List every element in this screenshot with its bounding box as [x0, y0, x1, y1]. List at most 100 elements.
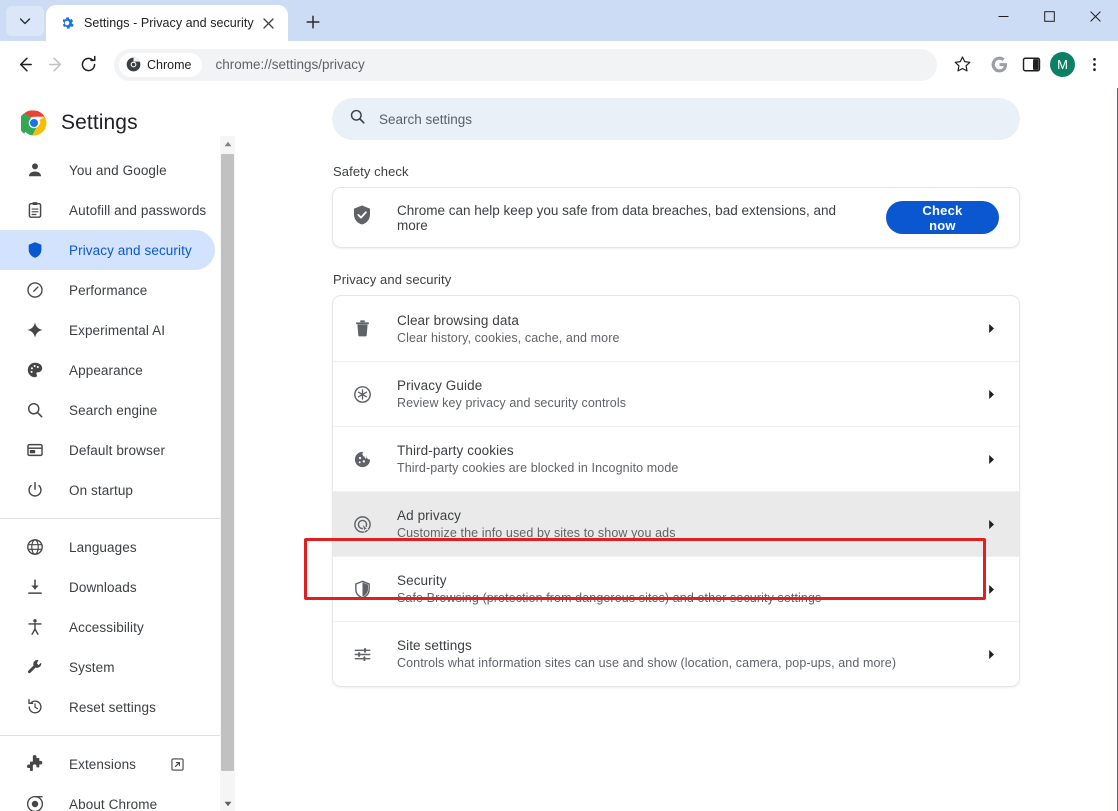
chrome-logo-mono-icon: [126, 57, 141, 72]
settings-row-privacy-guide[interactable]: Privacy Guide Review key privacy and sec…: [333, 361, 1019, 426]
chrome-browser-window: Settings - Privacy and security: [0, 0, 1118, 811]
magnifier-icon: [25, 400, 45, 420]
row-title: Clear browsing data: [397, 313, 957, 328]
chrome-chip[interactable]: Chrome: [119, 53, 202, 77]
sidebar-item-system[interactable]: System: [0, 647, 215, 687]
sidebar-item-on-startup[interactable]: On startup: [0, 470, 215, 510]
sidebar-divider: [0, 735, 235, 736]
sidebar-item-label: Autofill and passwords: [69, 203, 206, 218]
privacy-guide-icon: [351, 383, 373, 405]
browser-menu-icon[interactable]: [1078, 49, 1110, 81]
tab-close-icon[interactable]: [258, 12, 280, 34]
sidebar-item-reset-settings[interactable]: Reset settings: [0, 687, 215, 727]
sidebar-header: Settings: [0, 88, 235, 143]
new-tab-button[interactable]: [298, 7, 328, 37]
sidebar-item-label: Downloads: [69, 580, 137, 595]
check-now-button[interactable]: Check now: [886, 201, 999, 234]
puzzle-icon: [25, 754, 45, 774]
sidebar-scrollbar[interactable]: [220, 136, 235, 811]
sidebar-item-autofill-and-passwords[interactable]: Autofill and passwords: [0, 190, 215, 230]
settings-content: Search settings Safety check Chrome can …: [235, 88, 1117, 811]
palette-icon: [25, 360, 45, 380]
sidebar-item-extensions[interactable]: Extensions: [0, 744, 215, 784]
power-icon: [25, 480, 45, 500]
row-title: Third-party cookies: [397, 443, 957, 458]
minimize-button[interactable]: [980, 0, 1026, 32]
search-input[interactable]: Search settings: [332, 98, 1020, 140]
side-panel-icon[interactable]: [1015, 49, 1047, 81]
sidebar-item-label: Languages: [69, 540, 137, 555]
settings-row-third-party-cookies[interactable]: Third-party cookies Third-party cookies …: [333, 426, 1019, 491]
row-subtitle: Clear history, cookies, cache, and more: [397, 331, 957, 345]
address-bar-url: chrome://settings/privacy: [215, 57, 364, 72]
settings-row-site-settings[interactable]: Site settings Controls what information …: [333, 621, 1019, 686]
forward-button[interactable]: [40, 49, 72, 81]
google-icon[interactable]: [983, 49, 1015, 81]
history-restore-icon: [25, 697, 45, 717]
sidebar-item-privacy-and-security[interactable]: Privacy and security: [0, 230, 215, 270]
row-subtitle: Review key privacy and security controls: [397, 396, 957, 410]
settings-row-clear-browsing-data[interactable]: Clear browsing data Clear history, cooki…: [333, 296, 1019, 361]
browser-toolbar: Chrome chrome://settings/privacy M: [0, 41, 1118, 88]
search-placeholder: Search settings: [379, 112, 472, 127]
maximize-button[interactable]: [1026, 0, 1072, 32]
bookmark-star-icon[interactable]: [945, 49, 979, 81]
clipboard-icon: [25, 200, 45, 220]
sidebar-item-label: Default browser: [69, 443, 165, 458]
scroll-up-icon[interactable]: [220, 136, 235, 151]
tab-settings[interactable]: Settings - Privacy and security: [46, 5, 288, 41]
reload-button[interactable]: [72, 49, 104, 81]
sidebar-item-default-browser[interactable]: Default browser: [0, 430, 215, 470]
privacy-section: Privacy and security Clear browsing data…: [332, 248, 1020, 687]
safety-check-section: Safety check Chrome can help keep you sa…: [332, 140, 1020, 248]
row-subtitle: Third-party cookies are blocked in Incog…: [397, 461, 957, 475]
sparkle-icon: [25, 320, 45, 340]
download-icon: [25, 577, 45, 597]
window-controls: [980, 0, 1118, 41]
chevron-right-icon: [981, 584, 1001, 595]
sidebar-item-performance[interactable]: Performance: [0, 270, 215, 310]
chevron-right-icon: [981, 519, 1001, 530]
chevron-right-icon: [981, 323, 1001, 334]
trash-icon: [351, 318, 373, 340]
row-title: Ad privacy: [397, 508, 957, 523]
chrome-logo-icon: [21, 110, 47, 136]
sidebar-item-about-chrome[interactable]: About Chrome: [0, 784, 215, 811]
avatar[interactable]: M: [1050, 52, 1075, 77]
sidebar-item-label: Reset settings: [69, 700, 156, 715]
sidebar-item-experimental-ai[interactable]: Experimental AI: [0, 310, 215, 350]
chevron-right-icon: [981, 454, 1001, 465]
row-title: Security: [397, 573, 957, 588]
sidebar-scrollbar-thumb[interactable]: [221, 154, 234, 771]
sidebar-item-appearance[interactable]: Appearance: [0, 350, 215, 390]
sidebar-item-label: Search engine: [69, 403, 157, 418]
sidebar-item-accessibility[interactable]: Accessibility: [0, 607, 215, 647]
address-bar[interactable]: Chrome chrome://settings/privacy: [114, 49, 937, 81]
sidebar-item-search-engine[interactable]: Search engine: [0, 390, 215, 430]
wrench-icon: [25, 657, 45, 677]
scroll-down-icon[interactable]: [220, 796, 235, 811]
tune-icon: [351, 643, 373, 665]
globe-icon: [25, 537, 45, 557]
sidebar-nav: You and Google Autofill and passwords Pr…: [0, 143, 235, 811]
sidebar-item-you-and-google[interactable]: You and Google: [0, 150, 215, 190]
back-button[interactable]: [8, 49, 40, 81]
security-shield-icon: [351, 578, 373, 600]
sidebar-item-downloads[interactable]: Downloads: [0, 567, 215, 607]
ad-target-icon: [351, 513, 373, 535]
privacy-heading: Privacy and security: [332, 248, 1020, 295]
sidebar-item-languages[interactable]: Languages: [0, 527, 215, 567]
privacy-settings-list: Clear browsing data Clear history, cooki…: [332, 295, 1020, 687]
row-subtitle: Customize the info used by sites to show…: [397, 526, 957, 540]
sidebar-item-label: Performance: [69, 283, 147, 298]
close-window-button[interactable]: [1072, 0, 1118, 32]
safety-check-row: Chrome can help keep you safe from data …: [333, 188, 1019, 247]
tab-title: Settings - Privacy and security: [84, 16, 254, 30]
tab-search-icon[interactable]: [6, 6, 44, 36]
row-title: Privacy Guide: [397, 378, 957, 393]
cookie-icon: [351, 448, 373, 470]
chevron-right-icon: [981, 649, 1001, 660]
settings-row-ad-privacy[interactable]: Ad privacy Customize the info used by si…: [333, 491, 1019, 556]
shield-check-icon: [351, 204, 373, 231]
settings-row-security[interactable]: Security Safe Browsing (protection from …: [333, 556, 1019, 621]
